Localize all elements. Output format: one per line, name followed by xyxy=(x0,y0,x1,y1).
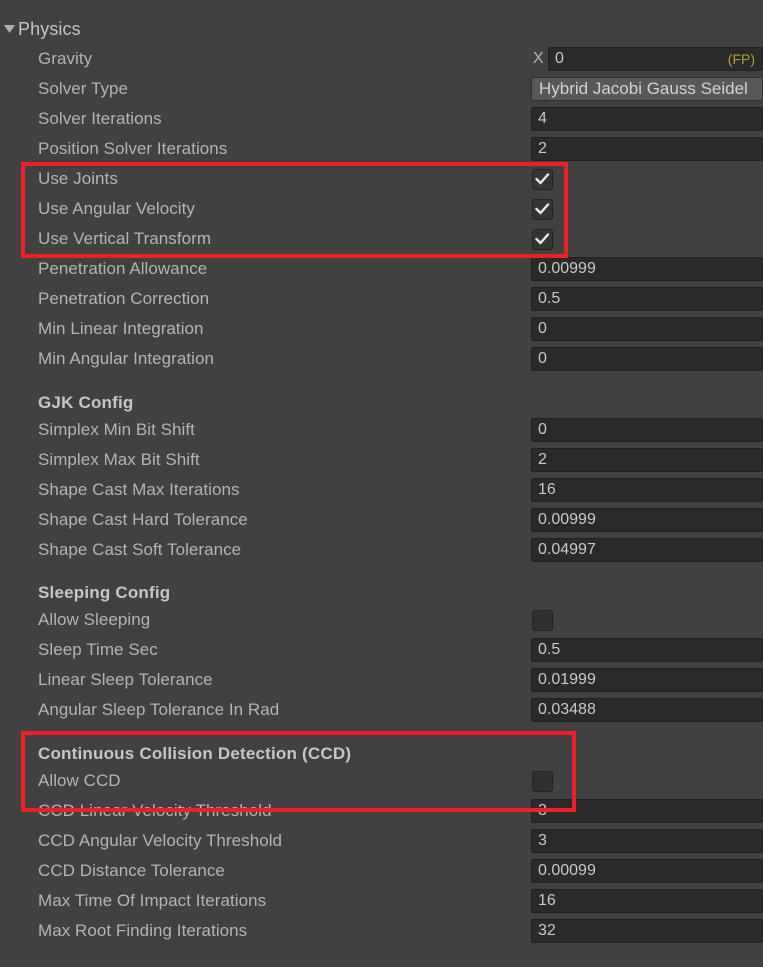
property-row: Penetration Allowance 0.00999 xyxy=(0,254,763,284)
property-row: Allow CCD xyxy=(0,766,763,796)
property-label: Linear Sleep Tolerance xyxy=(38,670,213,689)
property-row: Sleeping Config xyxy=(0,578,763,608)
property-label: Max Time Of Impact Iterations xyxy=(38,891,267,910)
numeric-input[interactable]: 32 xyxy=(531,919,763,943)
property-label: Allow CCD xyxy=(38,771,121,790)
property-row: Gravity X 0 (FP) xyxy=(0,44,763,74)
property-row: Continuous Collision Detection (CCD) xyxy=(0,739,763,769)
numeric-input[interactable]: 0 xyxy=(531,317,763,341)
property-row: Min Angular Integration 0 xyxy=(0,344,763,374)
numeric-input[interactable]: 0.5 xyxy=(531,638,763,662)
numeric-input[interactable]: 16 xyxy=(531,478,763,502)
property-row: Min Linear Integration 0 xyxy=(0,314,763,344)
property-row: GJK Config xyxy=(0,388,763,418)
property-row: Use Angular Velocity xyxy=(0,194,763,224)
property-row: Simplex Max Bit Shift 2 xyxy=(0,445,763,475)
solver-type-dropdown[interactable]: Hybrid Jacobi Gauss Seidel xyxy=(531,77,763,101)
property-row: CCD Distance Tolerance 0.00099 xyxy=(0,856,763,886)
property-label: Shape Cast Hard Tolerance xyxy=(38,510,248,529)
numeric-input[interactable]: 0.04997 xyxy=(531,538,763,562)
property-row: Position Solver Iterations 2 xyxy=(0,134,763,164)
numeric-input[interactable]: 2 xyxy=(531,448,763,472)
property-label: CCD Angular Velocity Threshold xyxy=(38,831,283,850)
physics-inspector-panel: Physics Gravity X 0 (FP) Solver Type Hybrid J… xyxy=(0,0,763,967)
group-header-label: Continuous Collision Detection (CCD) xyxy=(38,744,352,763)
property-label: Min Linear Integration xyxy=(38,319,204,338)
property-label: Penetration Correction xyxy=(38,289,210,308)
numeric-input[interactable]: 0.00999 xyxy=(531,508,763,532)
property-row: Max Root Finding Iterations 32 xyxy=(0,916,763,946)
property-label: Simplex Min Bit Shift xyxy=(38,420,195,439)
property-label: Gravity xyxy=(38,49,93,68)
property-row: Shape Cast Max Iterations 16 xyxy=(0,475,763,505)
property-row: Shape Cast Hard Tolerance 0.00999 xyxy=(0,505,763,535)
property-label: Position Solver Iterations xyxy=(38,139,228,158)
property-label: CCD Linear Velocity Threshold xyxy=(38,801,272,820)
numeric-input[interactable]: 2 xyxy=(531,137,763,161)
property-label: CCD Distance Tolerance xyxy=(38,861,225,880)
check-icon xyxy=(535,203,550,215)
numeric-input[interactable]: 3 xyxy=(531,829,763,853)
fixed-point-tag: (FP) xyxy=(727,51,755,67)
property-label: Use Joints xyxy=(38,169,118,188)
property-label: Use Angular Velocity xyxy=(38,199,195,218)
property-label: Angular Sleep Tolerance In Rad xyxy=(38,700,280,719)
numeric-input[interactable]: 4 xyxy=(531,107,763,131)
checkbox-toggle[interactable] xyxy=(532,609,553,631)
property-label: Simplex Max Bit Shift xyxy=(38,450,200,469)
numeric-input[interactable]: 16 xyxy=(531,889,763,913)
checkbox-toggle[interactable] xyxy=(532,168,553,190)
property-row: CCD Angular Velocity Threshold 3 xyxy=(0,826,763,856)
numeric-input[interactable]: 0.5 xyxy=(531,287,763,311)
property-row: Sleep Time Sec 0.5 xyxy=(0,635,763,665)
property-row: Use Joints xyxy=(0,164,763,194)
property-label: Allow Sleeping xyxy=(38,610,151,629)
property-row: Use Vertical Transform xyxy=(0,224,763,254)
property-label: Solver Iterations xyxy=(38,109,162,128)
group-header-label: GJK Config xyxy=(38,393,134,412)
chevron-down-icon[interactable] xyxy=(0,14,18,44)
property-row: Solver Type Hybrid Jacobi Gauss Seidel xyxy=(0,74,763,104)
property-label: Shape Cast Max Iterations xyxy=(38,480,240,499)
numeric-input[interactable]: 0.00999 xyxy=(531,257,763,281)
page-title: Physics xyxy=(18,18,81,39)
property-row: Angular Sleep Tolerance In Rad 0.03488 xyxy=(0,695,763,725)
property-row: Simplex Min Bit Shift 0 xyxy=(0,415,763,445)
property-row: Linear Sleep Tolerance 0.01999 xyxy=(0,665,763,695)
axis-x-label: X xyxy=(533,50,544,67)
property-label: Penetration Allowance xyxy=(38,259,208,278)
physics-section-foldout[interactable]: Physics xyxy=(0,14,81,44)
numeric-input[interactable]: 0.03488 xyxy=(531,698,763,722)
property-label: Shape Cast Soft Tolerance xyxy=(38,540,242,559)
check-icon xyxy=(535,233,550,245)
property-row: Shape Cast Soft Tolerance 0.04997 xyxy=(0,535,763,565)
numeric-input[interactable]: 3 xyxy=(531,799,763,823)
check-icon xyxy=(535,173,550,185)
property-row: Penetration Correction 0.5 xyxy=(0,284,763,314)
property-label: Sleep Time Sec xyxy=(38,640,158,659)
property-row: Allow Sleeping xyxy=(0,605,763,635)
group-header-label: Sleeping Config xyxy=(38,583,171,602)
checkbox-toggle[interactable] xyxy=(532,228,553,250)
numeric-input[interactable]: 0 xyxy=(531,347,763,371)
property-row: CCD Linear Velocity Threshold 3 xyxy=(0,796,763,826)
property-row: Solver Iterations 4 xyxy=(0,104,763,134)
numeric-input[interactable]: 0.00099 xyxy=(531,859,763,883)
vector-x-input[interactable]: 0 (FP) xyxy=(548,47,763,71)
checkbox-toggle[interactable] xyxy=(532,770,553,792)
property-label: Use Vertical Transform xyxy=(38,229,212,248)
property-label: Min Angular Integration xyxy=(38,349,214,368)
numeric-input[interactable]: 0 xyxy=(531,418,763,442)
property-row: Max Time Of Impact Iterations 16 xyxy=(0,886,763,916)
checkbox-toggle[interactable] xyxy=(532,198,553,220)
property-label: Solver Type xyxy=(38,79,129,98)
property-label: Max Root Finding Iterations xyxy=(38,921,248,940)
vector-x-value: 0 xyxy=(555,50,564,67)
numeric-input[interactable]: 0.01999 xyxy=(531,668,763,692)
